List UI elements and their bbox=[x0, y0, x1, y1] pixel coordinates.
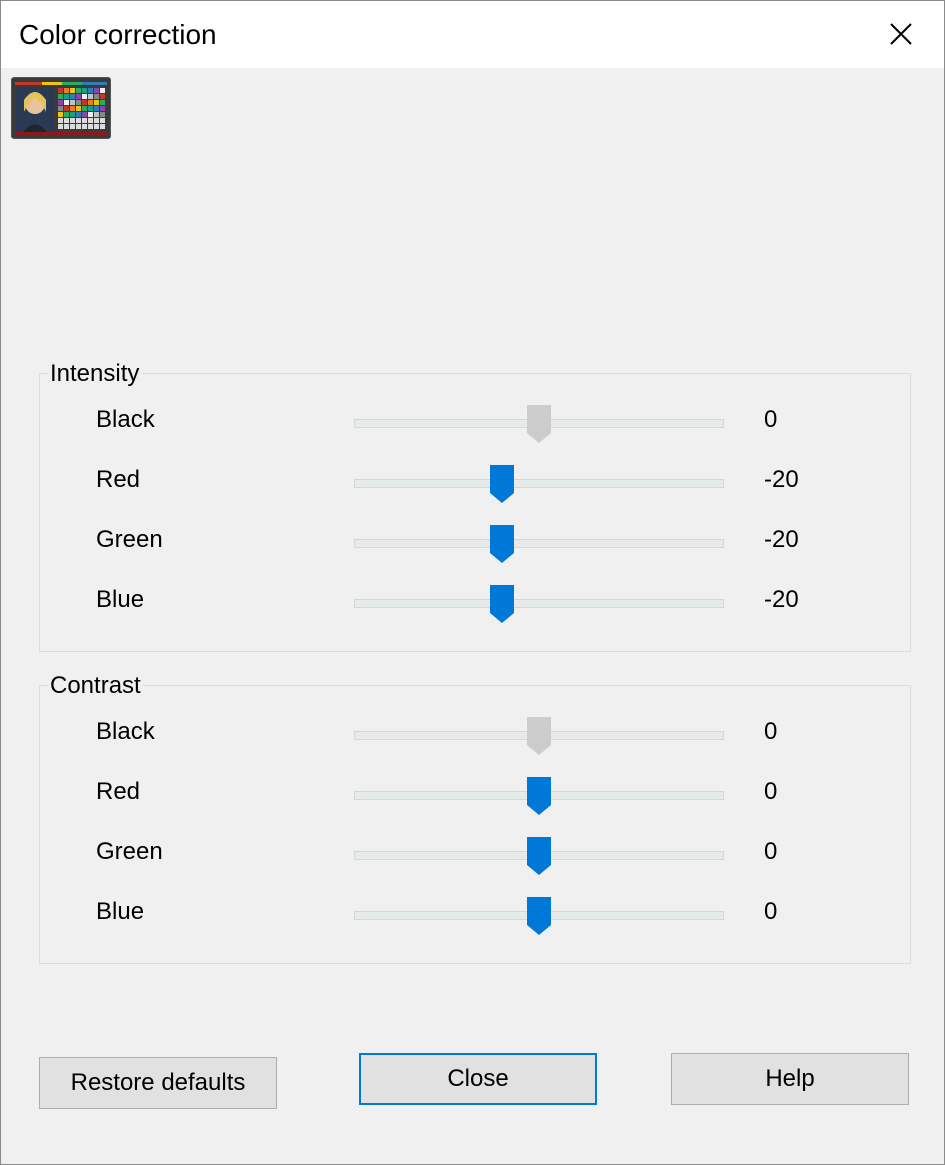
intensity-green-value: -20 bbox=[764, 526, 799, 553]
intensity-row-red: Red -20 bbox=[40, 459, 910, 503]
intensity-row-blue: Blue -20 bbox=[40, 579, 910, 623]
contrast-group: Contrast Black 0 Red 0 Green 0 Blue 0 bbox=[39, 672, 911, 964]
restore-defaults-button[interactable]: Restore defaults bbox=[39, 1057, 277, 1109]
contrast-row-red: Red 0 bbox=[40, 771, 910, 815]
contrast-blue-value: 0 bbox=[764, 898, 778, 925]
close-icon[interactable] bbox=[873, 11, 929, 57]
dialog-title: Color correction bbox=[19, 19, 217, 50]
contrast-red-value: 0 bbox=[764, 778, 778, 805]
intensity-red-slider-thumb[interactable] bbox=[490, 465, 514, 503]
intensity-red-slider-track[interactable] bbox=[354, 479, 724, 488]
contrast-black-label: Black bbox=[96, 718, 155, 745]
intensity-row-green: Green -20 bbox=[40, 519, 910, 563]
help-button[interactable]: Help bbox=[671, 1053, 909, 1105]
title-bar: Color correction bbox=[1, 1, 944, 68]
contrast-black-slider-thumb bbox=[527, 717, 551, 755]
intensity-green-slider-thumb[interactable] bbox=[490, 525, 514, 563]
contrast-row-green: Green 0 bbox=[40, 831, 910, 875]
contrast-red-label: Red bbox=[96, 778, 141, 805]
intensity-blue-label: Blue bbox=[96, 586, 145, 613]
intensity-green-label: Green bbox=[96, 526, 163, 553]
intensity-black-label: Black bbox=[96, 406, 155, 433]
close-button[interactable]: Close bbox=[359, 1053, 597, 1105]
intensity-group: Intensity Black 0 Red -20 Green -20 Blue -20 bbox=[39, 360, 911, 652]
intensity-blue-value: -20 bbox=[764, 586, 799, 613]
contrast-blue-label: Blue bbox=[96, 898, 145, 925]
contrast-green-slider-thumb[interactable] bbox=[527, 837, 551, 875]
intensity-black-slider-thumb bbox=[527, 405, 551, 443]
color-correction-dialog: Color correction Intensity Black 0 Red -20 G… bbox=[0, 0, 945, 1165]
intensity-group-label: Intensity bbox=[48, 360, 142, 388]
contrast-row-black: Black 0 bbox=[40, 711, 910, 755]
intensity-row-black: Black 0 bbox=[40, 399, 910, 443]
contrast-red-slider-thumb[interactable] bbox=[527, 777, 551, 815]
intensity-red-label: Red bbox=[96, 466, 141, 493]
contrast-green-value: 0 bbox=[764, 838, 778, 865]
contrast-row-blue: Blue 0 bbox=[40, 891, 910, 935]
contrast-green-label: Green bbox=[96, 838, 163, 865]
contrast-group-label: Contrast bbox=[48, 672, 143, 700]
intensity-red-value: -20 bbox=[764, 466, 799, 493]
contrast-black-value: 0 bbox=[764, 718, 778, 745]
intensity-blue-slider-track[interactable] bbox=[354, 599, 724, 608]
intensity-green-slider-track[interactable] bbox=[354, 539, 724, 548]
contrast-blue-slider-thumb[interactable] bbox=[527, 897, 551, 935]
intensity-black-value: 0 bbox=[764, 406, 778, 433]
color-chart-thumbnail-icon bbox=[11, 77, 111, 139]
intensity-blue-slider-thumb[interactable] bbox=[490, 585, 514, 623]
